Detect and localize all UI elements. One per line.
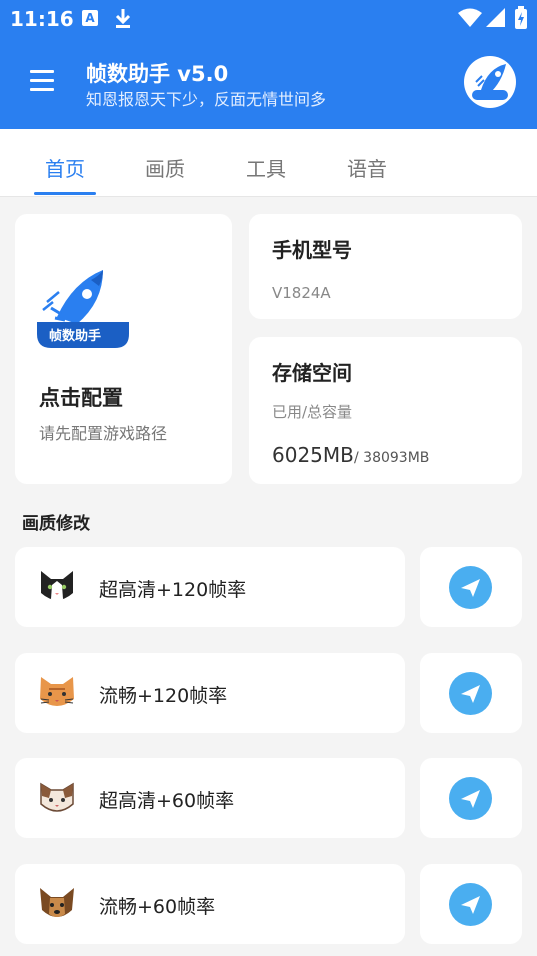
battery-icon [515, 6, 527, 29]
phone-model-value: V1824A [272, 284, 331, 302]
apply-button-card[interactable] [420, 864, 522, 944]
tab-indicator [34, 192, 96, 195]
quality-option-label: 超高清+120帧率 [99, 579, 247, 601]
tab-voice[interactable]: 语音 [347, 153, 387, 182]
section-title-quality: 画质修改 [22, 514, 90, 534]
apply-button[interactable] [449, 883, 492, 926]
notification-icon: A [82, 10, 98, 26]
send-icon [461, 579, 480, 597]
logo-text: 帧数助手 [49, 329, 102, 344]
storage-total: / 38093MB [354, 450, 430, 466]
config-title: 点击配置 [39, 386, 123, 410]
quality-option-row[interactable]: 流畅+60帧率 [15, 864, 405, 944]
tuxedo-cat-icon [41, 571, 73, 601]
download-icon [115, 9, 131, 28]
apply-button[interactable] [449, 672, 492, 715]
quality-option-label: 超高清+60帧率 [99, 790, 235, 812]
tab-tools[interactable]: 工具 [246, 153, 286, 182]
wifi-icon [458, 8, 482, 27]
phone-model-title: 手机型号 [272, 238, 352, 262]
quality-option-label: 流畅+120帧率 [99, 685, 228, 707]
phone-model-card: 手机型号 V1824A [249, 214, 522, 319]
orange-cat-icon [40, 677, 74, 706]
apply-button-card[interactable] [420, 653, 522, 733]
storage-card: 存储空间 已用/总容量 6025MB / 38093MB [249, 337, 522, 484]
tab-quality[interactable]: 画质 [145, 153, 185, 182]
quality-option-row[interactable]: 超高清+60帧率 [15, 758, 405, 838]
apply-button[interactable] [449, 566, 492, 609]
rocket-icon [472, 64, 508, 100]
send-icon [461, 896, 480, 914]
config-card[interactable]: 帧数助手 点击配置 请先配置游戏路径 [15, 214, 232, 484]
config-subtitle: 请先配置游戏路径 [39, 424, 168, 443]
quality-option-label: 流畅+60帧率 [99, 896, 216, 918]
yorkie-dog-icon [40, 888, 74, 917]
app-bar: 帧数助手 v5.0 知恩报恩天下少，反面无情世间多 [0, 38, 537, 129]
tab-home[interactable]: 首页 [45, 153, 85, 182]
storage-used: 6025MB [272, 443, 354, 467]
app-title: 帧数助手 v5.0 [86, 62, 229, 86]
calico-cat-icon [40, 782, 74, 812]
menu-icon[interactable] [30, 70, 54, 92]
status-time: 11:16 [10, 7, 74, 31]
app-subtitle: 知恩报恩天下少，反面无情世间多 [86, 90, 327, 109]
apply-button[interactable] [449, 777, 492, 820]
quality-option-row[interactable]: 超高清+120帧率 [15, 547, 405, 627]
send-icon [461, 685, 480, 703]
app-logo-avatar[interactable] [464, 56, 516, 108]
quality-option-row[interactable]: 流畅+120帧率 [15, 653, 405, 733]
signal-icon [486, 8, 505, 27]
storage-title: 存储空间 [272, 361, 352, 385]
apply-button-card[interactable] [420, 758, 522, 838]
status-bar: 11:16 A [0, 0, 537, 38]
apply-button-card[interactable] [420, 547, 522, 627]
tab-bar: 首页 画质 工具 语音 [0, 129, 537, 197]
send-icon [461, 790, 480, 808]
storage-subtitle: 已用/总容量 [272, 403, 353, 421]
